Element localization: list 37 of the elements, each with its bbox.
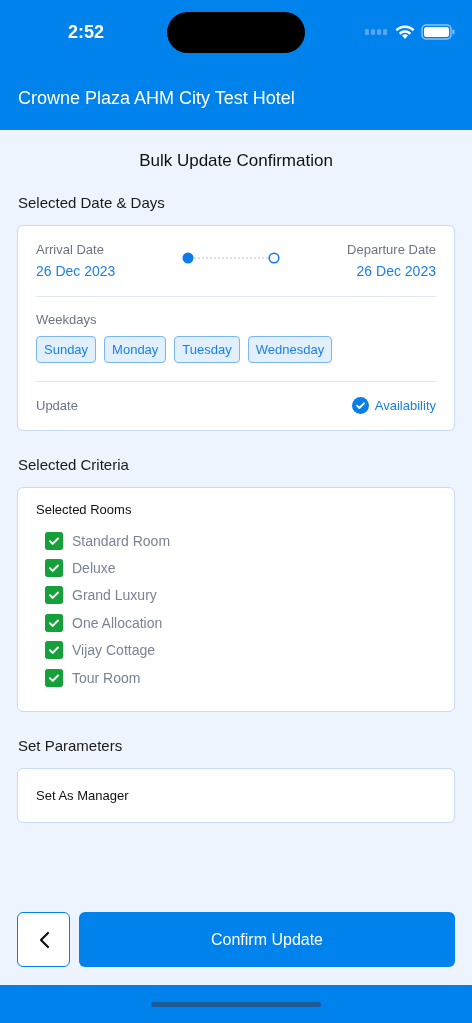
update-label: Update — [36, 398, 78, 413]
room-label: Vijay Cottage — [72, 642, 155, 659]
arrival-date: 26 Dec 2023 — [36, 263, 116, 279]
section-heading: Selected Criteria — [18, 456, 130, 473]
departure-label: Departure Date — [347, 242, 436, 257]
arrival-label: Arrival Date — [36, 242, 105, 257]
checkbox[interactable] — [45, 559, 63, 578]
checkbox[interactable] — [45, 668, 63, 687]
update-value: Availability — [374, 398, 436, 413]
room-label: Tour Room — [72, 669, 141, 686]
weekday-chip: Monday — [104, 336, 167, 363]
back-icon — [37, 930, 50, 949]
checkbox[interactable] — [45, 531, 63, 550]
room-label: Standard Room — [72, 532, 171, 549]
weekdays-label: Weekdays — [36, 312, 98, 327]
battery-icon — [421, 24, 456, 40]
parameter-card: Set As Manager — [17, 768, 455, 824]
room-label: One Allocation — [72, 614, 163, 631]
checkbox[interactable] — [45, 641, 63, 660]
section-heading: Selected Date & Days — [18, 194, 166, 211]
rooms-label: Selected Rooms — [36, 502, 133, 517]
status-time: 2:52 — [68, 21, 105, 43]
back-button[interactable] — [17, 912, 70, 967]
room-label: Deluxe — [72, 560, 116, 577]
departure-date: 26 Dec 2023 — [355, 263, 436, 279]
weekday-chip: Wednesday — [247, 336, 333, 363]
weekday-chip: Tuesday — [174, 336, 240, 363]
weekday-chip: Sunday — [36, 336, 97, 363]
checkbox[interactable] — [45, 613, 63, 632]
wifi-icon — [395, 24, 415, 40]
section-heading: Set Parameters — [18, 737, 124, 755]
page-title: Bulk Update Confirmation — [138, 151, 334, 171]
signal-icon — [365, 29, 389, 35]
confirm-button[interactable]: Confirm Update — [79, 912, 455, 967]
hotel-title: Crowne Plaza AHM City Test Hotel — [18, 88, 296, 109]
checkbox[interactable] — [45, 586, 63, 605]
room-label: Grand Luxury — [72, 587, 157, 604]
